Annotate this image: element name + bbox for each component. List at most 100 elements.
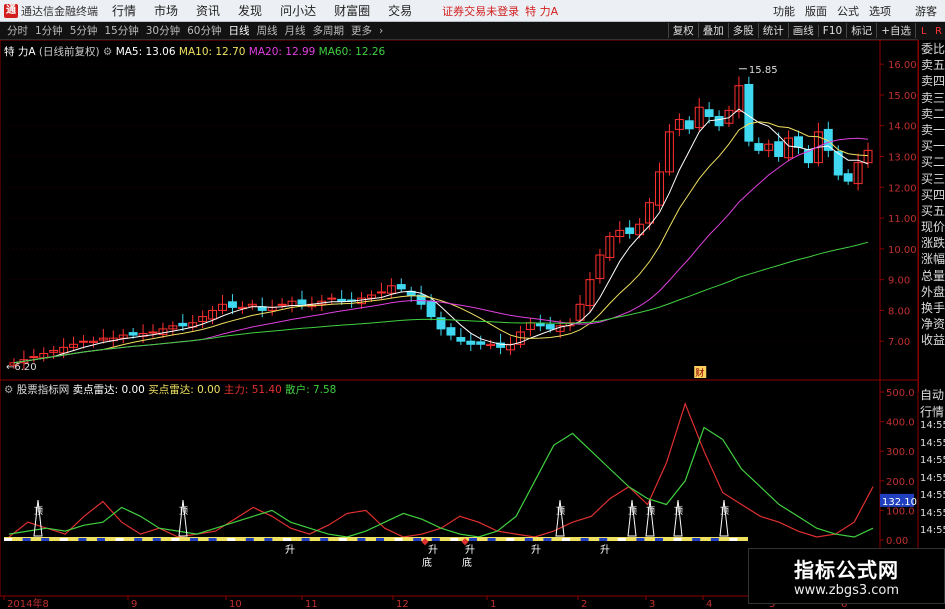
side-item-13[interactable]: 涨幅 — [919, 250, 945, 266]
menu-market-quotes[interactable]: 行情 — [112, 2, 136, 19]
side-item-8[interactable]: 买三 — [919, 170, 945, 186]
side-item-7[interactable]: 买二 — [919, 153, 945, 169]
ind-tick-label: 200.0 — [886, 477, 915, 488]
side-item-5[interactable]: 卖一 — [919, 121, 945, 137]
menu-news[interactable]: 资讯 — [196, 2, 220, 19]
side-item-18[interactable]: 收益 — [919, 331, 945, 347]
tab-weekly[interactable]: 周线 — [257, 23, 278, 38]
mark-button[interactable]: 标记 — [846, 23, 876, 38]
indicator-legend: ⚙ 股票指标网 卖点雷达: 0.00 买点雷达: 0.00 主力: 51.40 … — [4, 382, 336, 397]
legend-mode: (日线前复权) — [38, 46, 100, 58]
tick-item-0[interactable]: 自动 — [918, 386, 945, 403]
side-toggle[interactable]: L R — [918, 22, 945, 40]
side-item-9[interactable]: 买四 — [919, 186, 945, 202]
tab-multi-period[interactable]: 多周期 — [313, 23, 345, 38]
indicator-settings-icon[interactable]: ⚙ — [4, 384, 13, 396]
tick-item-5[interactable]: 14:55 — [918, 473, 945, 491]
tab-60min[interactable]: 60分钟 — [187, 23, 221, 38]
baseline-segment — [320, 538, 329, 541]
adjust-button[interactable]: 复权 — [667, 23, 698, 38]
ind-tick-label: 100.0 — [886, 506, 915, 517]
price-frame — [0, 40, 919, 381]
side-item-17[interactable]: 净资 — [919, 315, 945, 331]
tab-30min[interactable]: 30分钟 — [146, 23, 180, 38]
tab-monthly[interactable]: 月线 — [285, 23, 306, 38]
top-mark-label: 顶 — [720, 506, 729, 517]
side-item-2[interactable]: 卖四 — [919, 72, 945, 88]
stats-button[interactable]: 统计 — [757, 23, 788, 38]
side-left-toggle[interactable]: L — [921, 26, 927, 37]
baseline-segment — [4, 538, 12, 541]
price-tick-label: 7.00 — [888, 337, 910, 348]
baseline-segment — [208, 538, 217, 541]
candle-body — [337, 298, 347, 302]
tab-daily[interactable]: 日线 — [229, 23, 250, 38]
menu-wealth[interactable]: 财富圈 — [334, 2, 370, 19]
settings-icon[interactable]: ⚙ — [103, 46, 112, 58]
baseline-segment — [283, 538, 291, 541]
tick-item-1[interactable]: 行情 — [918, 403, 945, 420]
legend-buy-radar: 买点雷达: 0.00 — [148, 384, 221, 396]
chevron-right-icon[interactable]: › — [379, 25, 383, 37]
menu-discover[interactable]: 发现 — [238, 2, 262, 19]
baseline-segment — [171, 538, 180, 541]
baseline-segment — [506, 538, 515, 541]
tab-intraday[interactable]: 分时 — [7, 23, 28, 38]
login-notice[interactable]: 证券交易未登录 — [442, 3, 519, 19]
side-item-4[interactable]: 卖二 — [919, 105, 945, 121]
side-item-3[interactable]: 卖三 — [919, 89, 945, 105]
high-annotation: 15.85 — [749, 65, 778, 76]
side-item-16[interactable]: 换手 — [919, 299, 945, 315]
menu-function[interactable]: 功能 — [773, 3, 795, 19]
buy-mark-label: 升 — [465, 544, 475, 556]
f10-button[interactable]: F10 — [817, 24, 846, 37]
candle-body — [625, 227, 635, 234]
tick-item-2[interactable]: 14:55 — [918, 420, 945, 438]
legend-ma5: MA5: 13.06 — [115, 46, 176, 58]
side-item-10[interactable]: 买五 — [919, 202, 945, 218]
tab-more[interactable]: 更多 — [351, 23, 372, 38]
tick-item-8[interactable]: 14:55 — [918, 525, 945, 543]
side-item-6[interactable]: 买一 — [919, 137, 945, 153]
tick-item-7[interactable]: 14:55 — [918, 508, 945, 526]
side-item-11[interactable]: 现价 — [919, 218, 945, 234]
baseline-segment — [245, 538, 254, 541]
side-item-14[interactable]: 总量 — [919, 267, 945, 283]
buy-mark-label: 升 — [285, 544, 295, 556]
draw-line-button[interactable]: 画线 — [787, 23, 818, 38]
side-item-12[interactable]: 涨跌 — [919, 234, 945, 250]
side-right-toggle[interactable]: R — [935, 26, 942, 37]
multi-stock-button[interactable]: 多股 — [727, 23, 758, 38]
buy-mark-label: 升 — [600, 544, 610, 556]
legend-ma20: MA20: 12.99 — [248, 46, 316, 58]
watermark-logo: 指标公式网 www.zbgs3.com — [748, 548, 945, 604]
tab-5min[interactable]: 5分钟 — [70, 23, 98, 38]
baseline-segment — [115, 538, 124, 541]
tab-15min[interactable]: 15分钟 — [104, 23, 138, 38]
buy-mark-label: 升 — [531, 544, 541, 556]
side-item-0[interactable]: 委比 — [919, 40, 945, 56]
top-mark-label: 顶 — [674, 506, 683, 517]
side-item-15[interactable]: 外盘 — [919, 283, 945, 299]
tick-item-3[interactable]: 14:55 — [918, 438, 945, 456]
menu-trade[interactable]: 交易 — [388, 2, 412, 19]
add-watchlist-button[interactable]: +自选 — [876, 23, 915, 38]
current-stock: 特 力A — [525, 4, 559, 18]
tab-1min[interactable]: 1分钟 — [35, 23, 63, 38]
menu-ask[interactable]: 问小达 — [280, 2, 316, 19]
candle-body — [466, 340, 476, 345]
guest-label[interactable]: 游客 — [915, 3, 937, 19]
tick-item-4[interactable]: 14:55 — [918, 455, 945, 473]
tick-item-6[interactable]: 14:55 — [918, 490, 945, 508]
price-tick-label: 12.00 — [888, 183, 917, 194]
menu-formula[interactable]: 公式 — [837, 3, 859, 19]
menu-layout[interactable]: 版面 — [805, 3, 827, 19]
menu-market[interactable]: 市场 — [154, 2, 178, 19]
overlay-button[interactable]: 叠加 — [697, 23, 728, 38]
side-item-1[interactable]: 卖五 — [919, 56, 945, 72]
date-tick-label: 2014年8 — [7, 597, 49, 609]
candle-body — [277, 303, 287, 306]
chart-area[interactable]: 15.85 ←6.20 财 16.00 15.00 14.00 13.00 12.00 11.… — [0, 40, 945, 609]
bottom-mark-label: 底 — [462, 556, 472, 569]
menu-options[interactable]: 选项 — [869, 3, 891, 19]
